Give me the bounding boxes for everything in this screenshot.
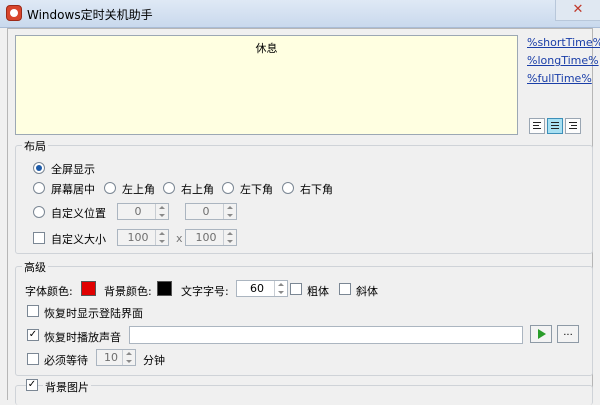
show-login-checkbox[interactable] <box>27 305 39 317</box>
spin-arrows-icon[interactable] <box>223 230 236 245</box>
italic-checkbox[interactable] <box>339 283 351 295</box>
bg-color-label: 背景颜色: <box>104 285 152 298</box>
spin-arrows-icon[interactable] <box>155 230 168 245</box>
screen-center-label: 屏幕居中 <box>51 183 95 196</box>
sound-path-input[interactable] <box>129 326 523 344</box>
position-x-stepper[interactable]: 0 <box>117 203 169 220</box>
window-title: Windows定时关机助手 <box>27 8 153 22</box>
short-time-link[interactable]: %shortTime% <box>527 36 600 49</box>
size-separator: x <box>176 232 183 245</box>
wait-minutes-stepper[interactable]: 10 <box>96 349 136 366</box>
browse-button[interactable]: ... <box>557 325 579 343</box>
custom-size-checkbox[interactable] <box>33 232 45 244</box>
show-login-label: 恢复时显示登陆界面 <box>44 307 143 320</box>
bg-image-label: 背景图片 <box>43 379 91 395</box>
font-color-swatch[interactable] <box>81 281 96 296</box>
top-left-label: 左上角 <box>122 183 155 196</box>
font-size-stepper[interactable]: 60 <box>236 280 288 297</box>
bg-color-swatch[interactable] <box>157 281 172 296</box>
font-size-value: 60 <box>250 282 264 295</box>
fullscreen-radio[interactable] <box>33 162 45 174</box>
custom-position-label: 自定义位置 <box>51 207 106 220</box>
play-sound-checkbox[interactable]: ✓ <box>27 329 39 341</box>
title-bar: Windows定时关机助手 ✕ <box>0 0 600 28</box>
font-color-label: 字体颜色: <box>25 285 73 298</box>
spin-arrows-icon[interactable] <box>274 281 287 296</box>
bottom-right-radio[interactable] <box>282 182 294 194</box>
screen-center-radio[interactable] <box>33 182 45 194</box>
fullscreen-label: 全屏显示 <box>51 163 95 176</box>
full-time-link[interactable]: %fullTime% <box>527 72 592 85</box>
italic-label: 斜体 <box>356 285 378 298</box>
spin-arrows-icon[interactable] <box>122 350 135 365</box>
size-width-stepper[interactable]: 100 <box>117 229 169 246</box>
size-width-value: 100 <box>127 231 149 244</box>
play-sound-label: 恢复时播放声音 <box>44 331 121 344</box>
long-time-link[interactable]: %longTime% <box>527 54 599 67</box>
position-y-value: 0 <box>202 205 210 218</box>
minutes-label: 分钟 <box>143 354 165 367</box>
bold-checkbox[interactable] <box>290 283 302 295</box>
bold-label: 粗体 <box>307 285 329 298</box>
play-icon[interactable] <box>530 325 552 343</box>
spin-arrows-icon[interactable] <box>155 204 168 219</box>
position-y-stepper[interactable]: 0 <box>185 203 237 220</box>
app-icon <box>6 5 22 21</box>
must-wait-checkbox[interactable] <box>27 353 39 365</box>
align-center-icon[interactable] <box>547 118 563 134</box>
bottom-left-label: 左下角 <box>240 183 273 196</box>
custom-position-radio[interactable] <box>33 206 45 218</box>
position-x-value: 0 <box>134 205 142 218</box>
bg-image-checkbox[interactable]: ✓ <box>26 379 38 391</box>
top-right-label: 右上角 <box>181 183 214 196</box>
bottom-left-radio[interactable] <box>222 182 234 194</box>
layout-group-title: 布局 <box>22 138 48 154</box>
font-size-label: 文字字号: <box>181 285 229 298</box>
top-left-radio[interactable] <box>104 182 116 194</box>
align-right-icon[interactable] <box>565 118 581 134</box>
top-right-radio[interactable] <box>163 182 175 194</box>
spin-arrows-icon[interactable] <box>223 204 236 219</box>
bg-image-group <box>15 385 593 405</box>
align-left-icon[interactable] <box>529 118 545 134</box>
close-button[interactable]: ✕ <box>555 0 600 21</box>
custom-size-label: 自定义大小 <box>51 233 106 246</box>
wait-minutes-value: 10 <box>104 351 118 364</box>
bottom-right-label: 右下角 <box>300 183 333 196</box>
preview-text: 休息 <box>255 42 278 55</box>
size-height-stepper[interactable]: 100 <box>185 229 237 246</box>
preview-area[interactable]: 休息 <box>15 35 518 135</box>
size-height-value: 100 <box>195 231 217 244</box>
advanced-group-title: 高级 <box>22 259 48 275</box>
must-wait-label: 必须等待 <box>44 354 88 367</box>
